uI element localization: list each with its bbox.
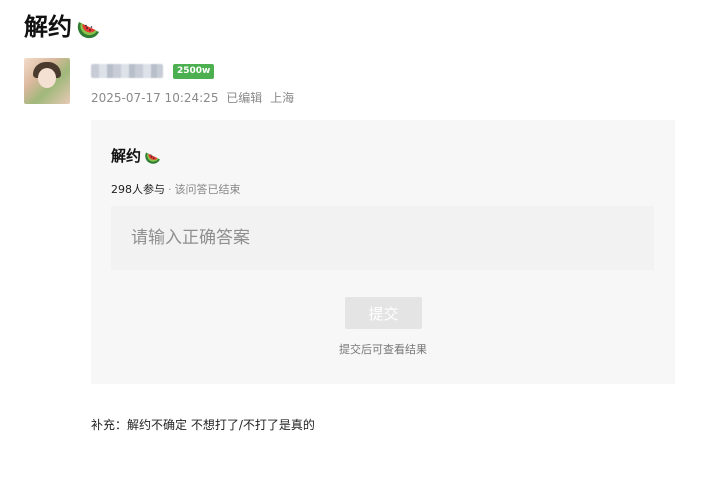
post-meta: 2025-07-17 10:24:25 已编辑 上海 [91,89,294,106]
post-location: 上海 [270,91,295,105]
author-username-blurred[interactable] [91,64,163,78]
stats-separator: · [168,183,172,196]
edited-label: 已编辑 [226,91,263,105]
quiz-status: 该问答已结束 [174,183,241,196]
avatar-face [38,68,56,88]
quiz-title: 解约 [111,145,162,166]
supplement-text: 补充：解约不确定 不想打了/不打了是真的 [91,418,315,432]
post-title-text: 解约 [24,13,72,41]
answer-input[interactable] [111,206,654,270]
watermelon-icon [145,152,160,164]
post-title: 解约 [24,12,102,42]
participant-count: 298人参与 [111,183,165,196]
quiz-title-text: 解约 [111,147,142,165]
submit-hint: 提交后可查看结果 [339,343,427,356]
submit-button[interactable]: 提交 [345,297,422,329]
author-level-badge: 2500w [173,64,215,79]
author-avatar[interactable] [24,58,70,104]
quiz-card: 解约 298人参与·该问答已结束 提交 提交后可查看结果 [91,120,675,384]
watermelon-icon [77,22,99,39]
quiz-stats: 298人参与 · 该问答已结束 [111,181,241,197]
post-timestamp: 2025-07-17 10:24:25 [91,91,219,105]
